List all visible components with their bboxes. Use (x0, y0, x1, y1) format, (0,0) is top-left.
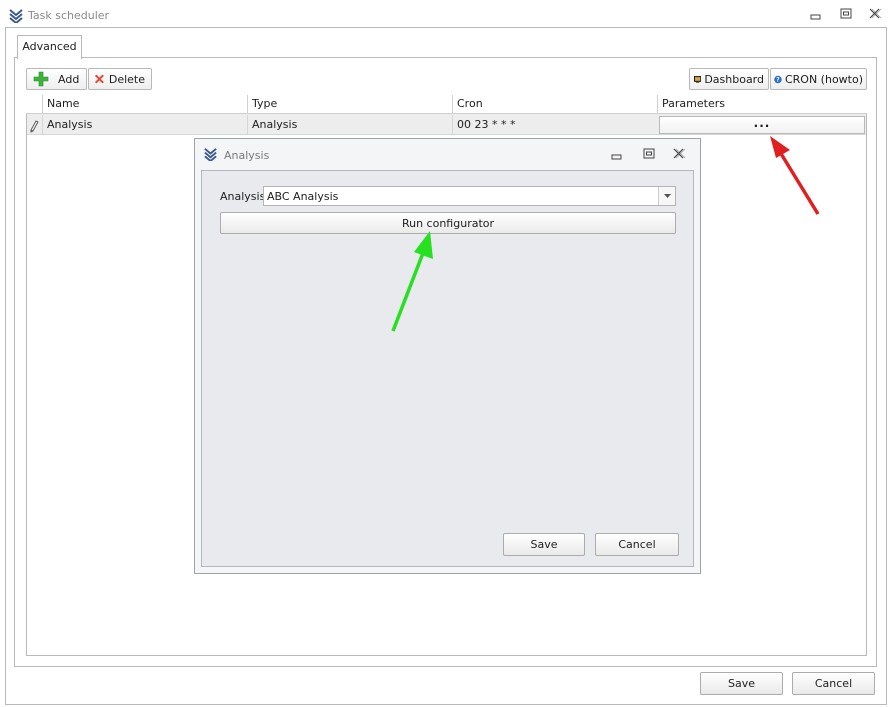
plus-icon (33, 71, 49, 87)
pencil-icon (30, 120, 39, 133)
close-button[interactable] (866, 6, 884, 22)
cron-howto-button[interactable]: ? CRON (howto) (770, 68, 867, 90)
column-header-type[interactable]: Type (247, 95, 452, 114)
analysis-field-label: Analysis (220, 190, 266, 203)
close-icon (869, 8, 882, 19)
dialog-minimize-button[interactable] (607, 146, 625, 162)
monitor-icon (694, 75, 702, 83)
dropdown-arrow-button[interactable] (658, 187, 675, 205)
minimize-button[interactable] (806, 6, 824, 22)
delete-button-label: Delete (108, 72, 145, 86)
close-icon (673, 148, 686, 159)
cron-howto-label: CRON (howto) (784, 72, 863, 86)
dialog-logo-icon (203, 146, 218, 164)
add-button-label: Add (58, 72, 80, 86)
cell-name[interactable]: Analysis (42, 115, 247, 135)
column-header-parameters[interactable]: Parameters (657, 95, 866, 114)
cell-cron[interactable]: 00 23 * * * (452, 115, 657, 135)
column-header-cron[interactable]: Cron (452, 95, 657, 114)
restore-button[interactable] (837, 6, 855, 22)
add-button[interactable]: Add (26, 68, 87, 90)
tab-advanced[interactable]: Advanced (17, 35, 82, 59)
run-configurator-button[interactable]: Run configurator (220, 212, 676, 234)
restore-icon (840, 8, 852, 19)
chevron-down-icon (664, 194, 671, 198)
analysis-dropdown-value: ABC Analysis (267, 190, 339, 203)
minimize-icon (810, 14, 821, 20)
delete-x-icon (95, 74, 104, 84)
row-edit-indicator (27, 115, 41, 135)
svg-text:?: ? (776, 77, 779, 83)
dashboard-button[interactable]: Dashboard (689, 68, 769, 90)
dialog-close-button[interactable] (670, 146, 688, 162)
dashboard-button-label: Dashboard (704, 72, 764, 86)
dialog-cancel-button[interactable]: Cancel (595, 533, 679, 556)
cell-type[interactable]: Analysis (247, 115, 452, 135)
delete-button[interactable]: Delete (88, 68, 152, 90)
green-arrow-annotation (391, 231, 433, 332)
window-titlebar (0, 0, 890, 28)
save-button[interactable]: Save (700, 672, 783, 695)
minimize-icon (611, 154, 622, 160)
help-icon: ? (774, 75, 782, 83)
restore-icon (643, 148, 655, 159)
dialog-save-button[interactable]: Save (503, 533, 585, 556)
dialog-title: Analysis (224, 149, 270, 162)
app-logo-icon (8, 7, 24, 25)
dialog-restore-button[interactable] (640, 146, 658, 162)
window-title: Task scheduler (28, 9, 110, 22)
column-header-name[interactable]: Name (42, 95, 247, 114)
cancel-button[interactable]: Cancel (792, 672, 875, 695)
red-arrow-annotation (770, 136, 820, 215)
